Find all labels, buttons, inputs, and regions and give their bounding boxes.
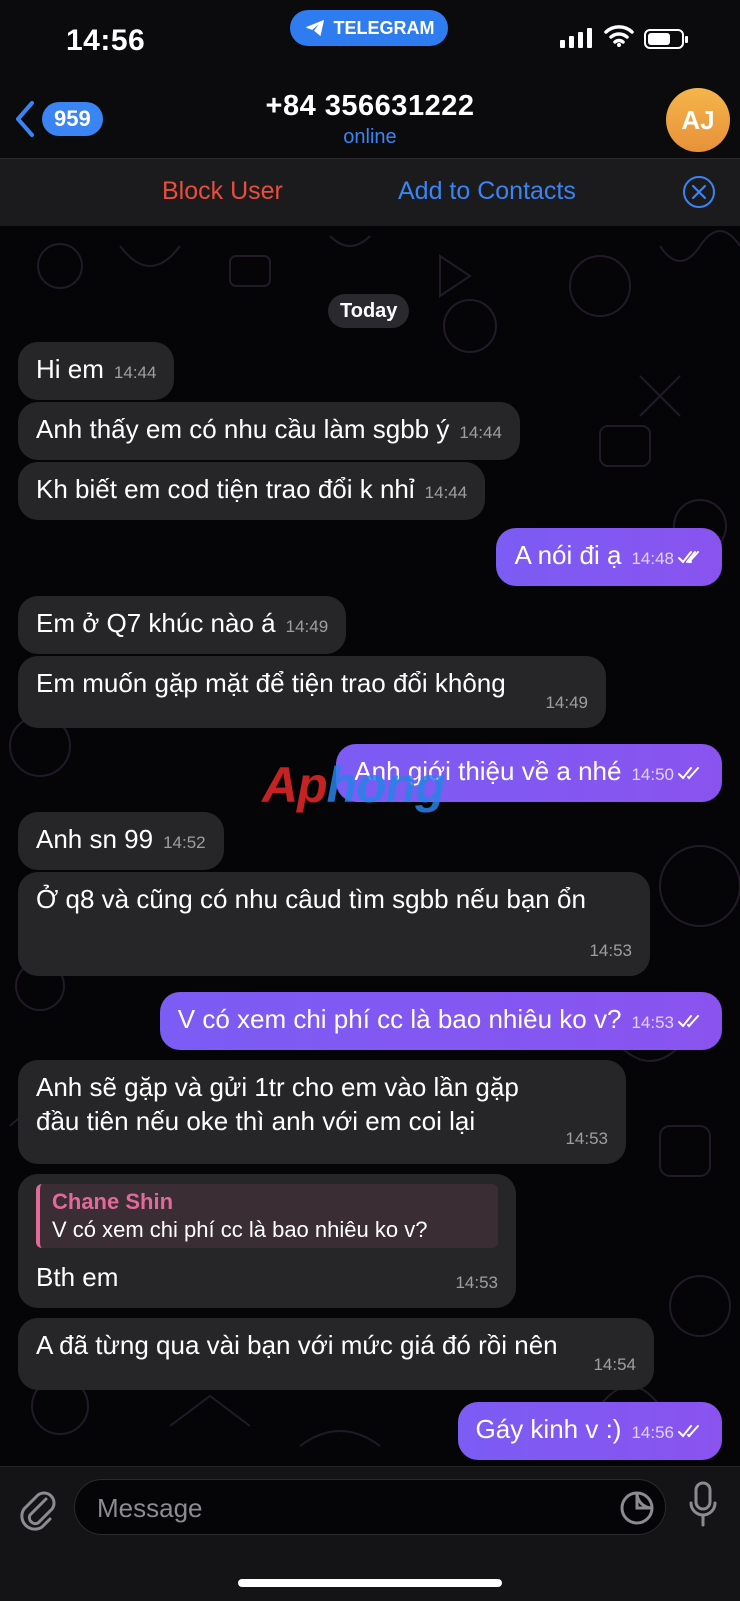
double-check-icon	[678, 1425, 699, 1438]
reply-text: V có xem chi phí cc là bao nhiêu ko v?	[52, 1217, 428, 1242]
attach-icon[interactable]	[16, 1485, 58, 1531]
message-text: Ở q8 và cũng có nhu câud tìm sgbb nếu bạ…	[36, 884, 586, 914]
message-text: A đã từng qua vài bạn với mức giá đó rồi…	[36, 1330, 558, 1360]
message-text: Em muốn gặp mặt để tiện trao đổi không	[36, 668, 506, 698]
contact-action-bar: Block User Add to Contacts	[0, 158, 740, 227]
telegram-icon	[305, 19, 324, 37]
chat-title[interactable]: +84 356631222	[0, 90, 740, 123]
microphone-icon[interactable]	[688, 1481, 718, 1531]
home-indicator	[238, 1579, 502, 1587]
incoming-message-with-reply[interactable]: Chane Shin V có xem chi phí cc là bao nh…	[18, 1174, 516, 1308]
watermark-logo: Aphong	[262, 757, 446, 813]
message-time: 14:44	[424, 483, 468, 502]
message-time: 14:53	[631, 1013, 674, 1032]
double-check-icon	[678, 1015, 699, 1028]
incoming-message[interactable]: A đã từng qua vài bạn với mức giá đó rồi…	[18, 1318, 654, 1390]
message-time: 14:52	[163, 833, 206, 852]
message-time: 14:50	[631, 765, 674, 784]
message-time: 14:44	[113, 363, 157, 382]
message-time: 14:44	[459, 423, 502, 442]
message-text: Bth em	[36, 1262, 119, 1292]
battery-icon	[644, 29, 688, 49]
message-time: 14:49	[545, 693, 588, 712]
telegram-pill-label: TELEGRAM	[333, 17, 435, 38]
message-text: Anh thấy em có nhu cầu làm sgbb ý	[36, 414, 450, 444]
chat-area[interactable]: Today Hi em 14:44 Anh thấy em có nhu cầu …	[0, 226, 740, 1466]
message-time: 14:53	[565, 1129, 608, 1148]
message-time: 14:49	[285, 617, 329, 636]
wifi-icon	[604, 25, 634, 47]
telegram-pill[interactable]: TELEGRAM	[290, 10, 448, 46]
outgoing-message[interactable]: A nói đi ạ 14:48	[496, 528, 722, 586]
message-text: Gáy kinh v :)	[475, 1414, 622, 1444]
message-time: 14:56	[631, 1423, 674, 1442]
reply-author: Chane Shin	[52, 1189, 174, 1214]
status-time: 14:56	[66, 24, 146, 57]
message-time: 14:54	[593, 1355, 636, 1374]
outgoing-message[interactable]: Gáy kinh v :) 14:56	[457, 1402, 722, 1460]
incoming-message[interactable]: Anh sn 99 14:52	[18, 812, 224, 870]
add-to-contacts-button[interactable]: Add to Contacts	[398, 177, 576, 206]
message-time: 14:48	[631, 549, 674, 568]
status-bar: 14:56 TELEGRAM	[0, 0, 740, 82]
sticker-icon[interactable]	[619, 1490, 655, 1526]
double-check-icon	[678, 767, 699, 780]
avatar[interactable]: AJ	[666, 88, 730, 152]
incoming-message[interactable]: Ở q8 và cũng có nhu câud tìm sgbb nếu bạ…	[18, 872, 650, 976]
message-time: 14:53	[589, 941, 632, 960]
message-text: Em ở Q7 khúc nào á	[36, 608, 276, 638]
message-input[interactable]	[95, 1480, 579, 1536]
incoming-message[interactable]: Em ở Q7 khúc nào á 14:49	[18, 596, 347, 654]
block-user-button[interactable]: Block User	[162, 177, 283, 206]
reply-preview[interactable]: Chane Shin V có xem chi phí cc là bao nh…	[36, 1184, 498, 1248]
incoming-message[interactable]: Kh biết em cod tiện trao đổi k nhỉ 14:44	[18, 462, 486, 520]
message-text: Kh biết em cod tiện trao đổi k nhỉ	[36, 474, 415, 504]
message-text: V có xem chi phí cc là bao nhiêu ko v?	[177, 1004, 622, 1034]
message-text: Anh sn 99	[36, 824, 154, 854]
message-text: Hi em	[36, 354, 104, 384]
incoming-message[interactable]: Em muốn gặp mặt để tiện trao đổi không 1…	[18, 656, 606, 728]
chat-header: 959 +84 356631222 online AJ	[0, 82, 740, 158]
date-separator: Today	[328, 294, 410, 328]
incoming-message[interactable]: Anh thấy em có nhu cầu làm sgbb ý 14:44	[18, 402, 520, 460]
message-field[interactable]	[74, 1479, 666, 1536]
message-text: Anh sẽ gặp và gửi 1tr cho em vào lần gặp…	[36, 1072, 519, 1136]
outgoing-message[interactable]: V có xem chi phí cc là bao nhiêu ko v? 14…	[159, 992, 722, 1050]
message-text: A nói đi ạ	[514, 540, 622, 570]
message-time: 14:53	[455, 1273, 498, 1292]
close-icon[interactable]	[682, 175, 716, 209]
incoming-message[interactable]: Hi em 14:44	[18, 342, 175, 400]
signal-icon	[560, 28, 592, 48]
incoming-message[interactable]: Anh sẽ gặp và gửi 1tr cho em vào lần gặp…	[18, 1060, 626, 1164]
chat-status: online	[343, 126, 397, 148]
message-input-bar	[0, 1466, 740, 1601]
double-check-icon	[678, 551, 699, 564]
